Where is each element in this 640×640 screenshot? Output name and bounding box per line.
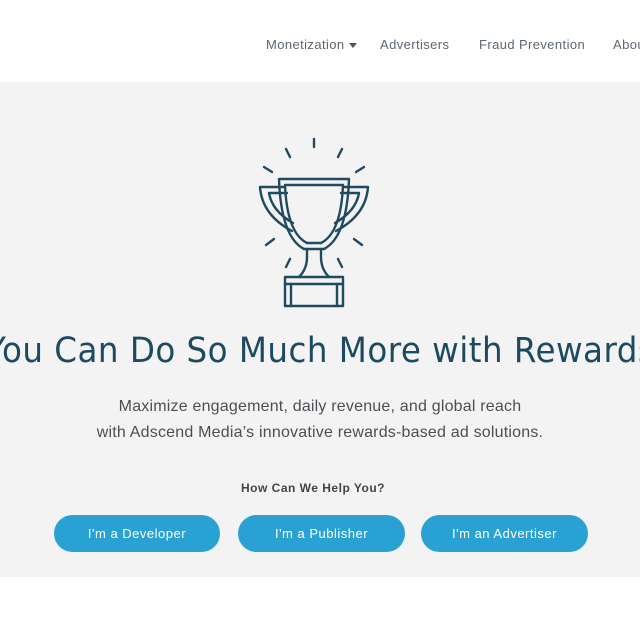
page-below-hero	[0, 577, 640, 640]
caret-down-icon	[348, 43, 357, 49]
subtext-line-2: with Adscend Media’s innovative rewards-…	[96, 424, 544, 441]
nav-item-advertisers[interactable]: Advertisers	[380, 37, 449, 52]
nav-item-fraud-prevention[interactable]: Fraud Prevention	[479, 37, 585, 52]
hero-section: You Can Do So Much More with Rewards Max…	[0, 82, 640, 577]
nav-item-about[interactable]: About	[613, 37, 640, 52]
top-navigation: Monetization Advertisers Fraud Preventio…	[0, 0, 640, 82]
hero-headline: You Can Do So Much More with Rewards	[0, 331, 640, 371]
publisher-button[interactable]: I'm a Publisher	[238, 515, 405, 552]
advertiser-button[interactable]: I'm an Advertiser	[421, 515, 588, 552]
subtext-line-1: Maximize engagement, daily revenue, and …	[118, 398, 522, 415]
developer-button[interactable]: I'm a Developer	[54, 515, 220, 552]
hero-subtext: Maximize engagement, daily revenue, and …	[0, 394, 640, 446]
nav-item-label: Monetization	[266, 37, 345, 52]
nav-item-monetization[interactable]: Monetization	[266, 37, 357, 52]
trophy-icon	[258, 137, 370, 308]
help-prompt: How Can We Help You?	[240, 481, 385, 495]
